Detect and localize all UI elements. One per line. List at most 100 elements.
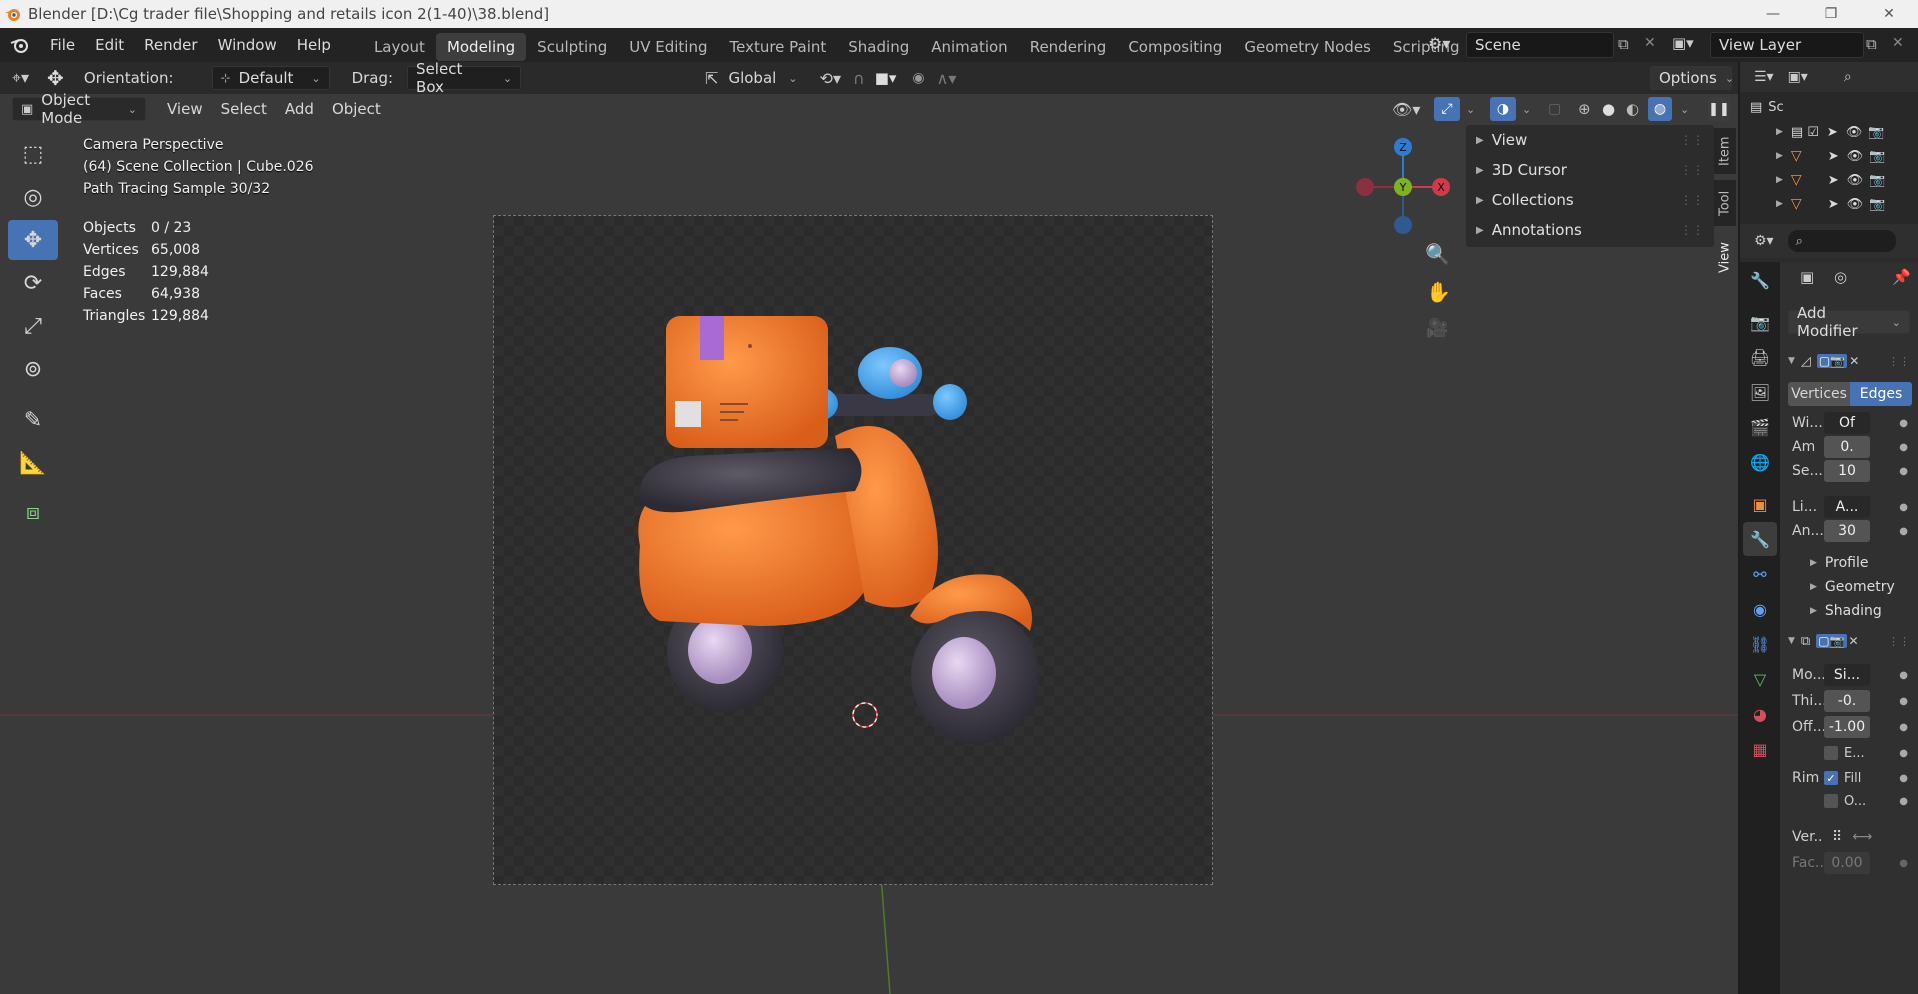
drag-grip-icon[interactable]: ⋮⋮ bbox=[1888, 635, 1910, 648]
keyframe-dot-icon[interactable]: ● bbox=[1899, 748, 1908, 759]
collapse-arrow-icon[interactable]: ▼ bbox=[1788, 356, 1795, 366]
visibility-icon[interactable]: 👁▾ bbox=[1392, 100, 1420, 119]
tab-modeling[interactable]: Modeling bbox=[435, 33, 527, 61]
view-layer-tab-icon[interactable]: 🖼 bbox=[1743, 375, 1777, 409]
menu-render[interactable]: Render bbox=[134, 28, 207, 62]
keyframe-dot-icon[interactable]: ● bbox=[1899, 418, 1908, 429]
annotate-tool[interactable]: ✎ bbox=[8, 400, 58, 440]
menu-help[interactable]: Help bbox=[287, 28, 341, 62]
xray-toggle-icon[interactable]: ▢ bbox=[1548, 101, 1561, 117]
select-tool-dropdown[interactable]: ⌖▾ bbox=[12, 68, 29, 88]
proportional-edit-icon[interactable]: ◉ bbox=[912, 70, 924, 86]
snap-icon[interactable]: ∩ bbox=[853, 69, 865, 88]
eye-icon[interactable]: 👁 bbox=[1847, 149, 1864, 164]
select-box-tool[interactable]: ⬚ bbox=[8, 134, 58, 174]
drag-grip-icon[interactable]: ⋮⋮ bbox=[1680, 223, 1704, 237]
expand-arrow-icon[interactable]: ▶ bbox=[1776, 151, 1783, 161]
tab-shading[interactable]: Shading bbox=[837, 33, 920, 61]
collapse-arrow-icon[interactable]: ▼ bbox=[1788, 636, 1795, 646]
checkbox-icon[interactable]: ☑ bbox=[1807, 125, 1819, 140]
tab-item[interactable]: Item bbox=[1714, 128, 1736, 174]
tab-texture-paint[interactable]: Texture Paint bbox=[718, 33, 837, 61]
render-tab-icon[interactable]: 📷 bbox=[1743, 305, 1777, 339]
subpanel-profile[interactable]: ▶ Profile bbox=[1780, 550, 1918, 576]
solidify-mode-dropdown[interactable]: Si... bbox=[1824, 664, 1870, 686]
object-tab-icon[interactable]: ▣ bbox=[1743, 487, 1777, 521]
pan-hand-icon[interactable]: ✋ bbox=[1426, 280, 1451, 304]
subpanel-shading[interactable]: ▶ Shading bbox=[1780, 598, 1918, 624]
keyframe-dot-icon[interactable]: ● bbox=[1899, 466, 1908, 477]
keyframe-dot-icon[interactable]: ● bbox=[1899, 722, 1908, 733]
snap-target-icon[interactable]: ■▾ bbox=[875, 69, 897, 87]
camera-view-icon[interactable]: 🎥 bbox=[1426, 318, 1448, 339]
viewport-menu-view[interactable]: View bbox=[158, 100, 212, 118]
menu-edit[interactable]: Edit bbox=[85, 28, 134, 62]
edit-mode-toggle-icon[interactable]: ▢📷 bbox=[1816, 354, 1848, 368]
transform-space-dropdown[interactable]: Global bbox=[728, 69, 776, 87]
measure-tool[interactable]: 📐 bbox=[8, 443, 58, 483]
delete-modifier-icon[interactable]: ✕ bbox=[1849, 634, 1859, 648]
panel-3d-cursor[interactable]: ▶ 3D Cursor ⋮⋮ bbox=[1466, 155, 1714, 185]
new-scene-icon[interactable]: ⧉ bbox=[1618, 35, 1629, 53]
select-arrow-icon[interactable]: ➤ bbox=[1828, 197, 1839, 212]
new-view-layer-icon[interactable]: ⧉ bbox=[1866, 35, 1877, 53]
output-tab-icon[interactable]: 🖨 bbox=[1743, 340, 1777, 374]
minimize-button[interactable]: — bbox=[1744, 0, 1802, 28]
tab-geometry-nodes[interactable]: Geometry Nodes bbox=[1233, 33, 1382, 61]
constraints-tab-icon[interactable]: ⛓ bbox=[1743, 627, 1777, 661]
pivot-icon[interactable]: ⟲▾ bbox=[820, 69, 841, 88]
delete-scene-icon[interactable]: ✕ bbox=[1644, 35, 1656, 51]
blender-menu-icon[interactable] bbox=[0, 36, 40, 54]
viewport-menu-select[interactable]: Select bbox=[212, 100, 276, 118]
angle-field[interactable]: 30 bbox=[1824, 520, 1870, 542]
tab-layout[interactable]: Layout bbox=[363, 33, 436, 61]
overlays-toggle-icon[interactable]: ◑ bbox=[1490, 97, 1516, 121]
solid-shading-icon[interactable]: ● bbox=[1602, 100, 1615, 118]
solidify-modifier-header[interactable]: ▼ ⧉ ▢📷 ✕ ⋮⋮ bbox=[1784, 628, 1914, 654]
search-icon[interactable]: ⌕ bbox=[1844, 69, 1852, 85]
eye-icon[interactable]: 👁 bbox=[1846, 125, 1863, 140]
orientation-dropdown[interactable]: ⊹ Default ⌄ bbox=[211, 66, 330, 90]
chevron-down-icon[interactable]: ⌄ bbox=[1466, 103, 1475, 116]
panel-view[interactable]: ▶ View ⋮⋮ bbox=[1466, 125, 1714, 155]
scene-browse-icon[interactable]: ⚙▾ bbox=[1428, 34, 1450, 53]
rotate-tool[interactable]: ⟳ bbox=[8, 263, 58, 303]
viewport-menu-add[interactable]: Add bbox=[276, 100, 323, 118]
options-dropdown[interactable]: Options ⌄ bbox=[1650, 66, 1734, 90]
chevron-down-icon[interactable]: ⌄ bbox=[1680, 103, 1689, 116]
keyframe-dot-icon[interactable]: ● bbox=[1899, 670, 1908, 681]
maximize-button[interactable]: ❐ bbox=[1802, 0, 1860, 28]
subpanel-geometry[interactable]: ▶ Geometry bbox=[1780, 574, 1918, 600]
camera-icon[interactable]: 📷 bbox=[1869, 173, 1885, 188]
keyframe-dot-icon[interactable]: ● bbox=[1899, 858, 1908, 869]
keyframe-dot-icon[interactable]: ● bbox=[1899, 502, 1908, 513]
outliner-row[interactable]: ▶ ▤ ☑ ➤ 👁 📷 bbox=[1740, 120, 1918, 144]
cursor-tool[interactable]: ◎ bbox=[8, 177, 58, 217]
tab-tool[interactable]: Tool bbox=[1714, 180, 1736, 226]
panel-collections[interactable]: ▶ Collections ⋮⋮ bbox=[1466, 185, 1714, 215]
expand-arrow-icon[interactable]: ▶ bbox=[1776, 175, 1783, 185]
vertex-group-icon[interactable]: ⠿ bbox=[1832, 829, 1842, 845]
delete-view-layer-icon[interactable]: ✕ bbox=[1892, 35, 1904, 51]
select-arrow-icon[interactable]: ➤ bbox=[1827, 125, 1838, 140]
outliner-row[interactable]: ▶ ▽ ➤ 👁 📷 bbox=[1740, 168, 1918, 192]
drag-grip-icon[interactable]: ⋮⋮ bbox=[1680, 133, 1704, 147]
menu-window[interactable]: Window bbox=[208, 28, 287, 62]
mode-dropdown[interactable]: ▣ Object Mode ⌄ bbox=[12, 91, 146, 127]
camera-icon[interactable]: 📷 bbox=[1869, 197, 1885, 212]
display-mode-icon[interactable]: ▣▾ bbox=[1788, 69, 1808, 85]
delete-modifier-icon[interactable]: ✕ bbox=[1849, 354, 1859, 368]
modifier-tab-icon[interactable]: 🔧 bbox=[1743, 522, 1777, 556]
only-rim-checkbox[interactable] bbox=[1824, 794, 1838, 808]
drag-dropdown[interactable]: Select Box ⌄ bbox=[407, 60, 522, 96]
select-arrow-icon[interactable]: ➤ bbox=[1828, 173, 1839, 188]
keyframe-dot-icon[interactable]: ● bbox=[1899, 773, 1908, 784]
keyframe-dot-icon[interactable]: ● bbox=[1899, 796, 1908, 807]
tab-compositing[interactable]: Compositing bbox=[1117, 33, 1233, 61]
menu-file[interactable]: File bbox=[40, 28, 85, 62]
falloff-icon[interactable]: ∧▾ bbox=[937, 69, 957, 88]
drag-grip-icon[interactable]: ⋮⋮ bbox=[1888, 355, 1910, 368]
panel-annotations[interactable]: ▶ Annotations ⋮⋮ bbox=[1466, 215, 1714, 245]
even-thickness-checkbox[interactable] bbox=[1824, 746, 1838, 760]
limit-method-dropdown[interactable]: A... bbox=[1824, 496, 1870, 518]
